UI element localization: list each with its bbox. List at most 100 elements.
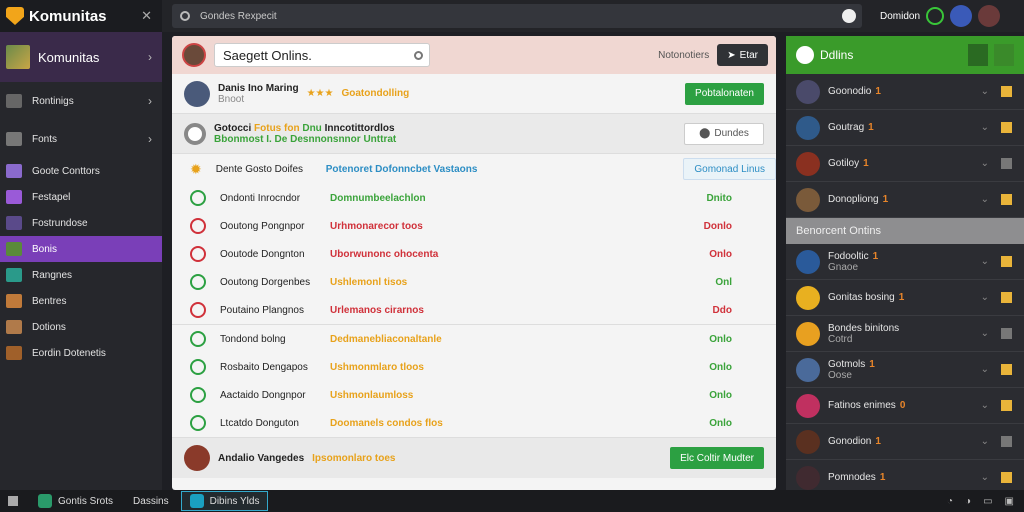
sidebar-item[interactable]: Rangnes [0,262,162,288]
check-circle-icon[interactable] [190,359,206,375]
online-user-row[interactable]: Bondes binitons Cotrd ⌄ [786,316,1024,352]
avatar[interactable] [184,445,210,471]
flag-icon[interactable] [1001,158,1012,169]
sidebar: Komunitas › Rontinigs › Fonts › Goote Contto… [0,32,162,490]
flag-icon[interactable] [1001,400,1012,411]
online-user-row[interactable]: Gonodion 1 ⌄ [786,424,1024,460]
avatar[interactable] [796,151,820,176]
avatar[interactable] [796,357,820,382]
avatar[interactable] [184,80,210,107]
sidebar-item[interactable]: Festapel [0,184,162,210]
avatar[interactable] [978,5,1001,27]
global-search-input[interactable]: Gondes Rexpecit [172,4,862,28]
invite-part-b: Fotus fon [254,122,300,134]
arrow-icon[interactable]: ⌄ [981,86,989,97]
row-actions: ⌄ [981,122,1012,133]
row-actions: ⌄ [981,194,1012,205]
arrow-icon[interactable]: ⌄ [981,400,989,411]
sidebar-header[interactable]: Komunitas › [0,32,162,82]
notification-icon[interactable]: ▣ [1005,496,1014,507]
task-status: Ushmonlaumloss [330,389,414,401]
avatar[interactable] [796,187,820,212]
flag-icon[interactable] [1001,328,1012,339]
check-circle-icon[interactable] [190,331,206,347]
online-user-row[interactable]: Donopliong 1 ⌄ [786,182,1024,218]
app-icon [38,494,52,508]
sidebar-item[interactable]: Eordin Dotenetis [0,340,162,366]
arrow-icon[interactable]: ⌄ [981,328,989,339]
avatar[interactable] [796,249,820,274]
avatar[interactable] [796,393,820,418]
flag-icon[interactable] [1001,194,1012,205]
avatar[interactable] [950,5,973,27]
online-user-row[interactable]: Gotiloy 1 ⌄ [786,146,1024,182]
arrow-icon[interactable]: ⌄ [981,158,989,169]
check-circle-icon[interactable] [190,415,206,431]
flag-icon[interactable] [1001,292,1012,303]
network-icon[interactable]: ◔ [947,496,953,507]
online-user-row[interactable]: Fodooltic 1 Gnaoe ⌄ [786,244,1024,280]
check-circle-icon[interactable] [190,218,206,234]
start-icon[interactable] [8,496,18,506]
online-user-row[interactable]: Fatinos enimes 0 ⌄ [786,388,1024,424]
check-circle-icon[interactable] [190,387,206,403]
check-circle-icon[interactable] [190,302,206,318]
shield-icon[interactable] [842,9,856,23]
flag-icon[interactable] [1001,86,1012,97]
online-user-row[interactable]: Gonitas bosing 1 ⌄ [786,280,1024,316]
sidebar-item-label: Festapel [32,191,71,203]
check-circle-icon[interactable] [190,190,206,206]
volume-icon[interactable]: ◑ [965,496,971,507]
avatar[interactable] [796,79,820,104]
arrow-icon[interactable]: ⌄ [981,256,989,267]
arrow-icon[interactable]: ⌄ [981,292,989,303]
task-state: Onlo [709,389,732,401]
taskbar-app[interactable]: Dibins Ylds [180,491,269,511]
sidebar-item[interactable]: Goote Conttors [0,158,162,184]
taskbar-app[interactable]: Dassins [125,491,177,511]
flag-icon[interactable] [1001,364,1012,375]
app-title: Komunitas [29,7,107,25]
invite-button[interactable]: ⬤ Dundes [684,122,764,145]
sidebar-item[interactable]: Bentres [0,288,162,314]
avatar[interactable] [796,115,820,140]
avatar[interactable] [796,429,820,454]
sidebar-item[interactable]: Fonts › [0,120,162,158]
status-ring-icon[interactable] [926,7,945,25]
main-search-input[interactable]: Saegett Onlins. [214,43,430,67]
check-circle-icon[interactable] [190,246,206,262]
power-button[interactable] [968,44,988,66]
arrow-icon[interactable]: ⌄ [981,122,989,133]
battery-icon[interactable]: ▭ [983,496,992,507]
profile-button[interactable]: Pobtalonaten [685,82,764,105]
online-user-row[interactable]: Gotmols 1 Oose ⌄ [786,352,1024,388]
arrow-icon[interactable]: ⌄ [981,472,989,483]
sidebar-item[interactable]: Bonis [0,236,162,262]
close-icon[interactable]: ✕ [141,8,152,24]
flag-icon[interactable] [1001,436,1012,447]
flag-icon[interactable] [1001,122,1012,133]
footer-button[interactable]: Elc Coltir Mudter [670,447,764,469]
header-button[interactable]: ➤ Etar [717,44,768,66]
sidebar-item[interactable]: Fostrundose [0,210,162,236]
arrow-icon[interactable]: ⌄ [981,194,989,205]
arrow-icon[interactable]: ⌄ [981,436,989,447]
avatar[interactable] [796,465,820,490]
list-icon [6,216,22,230]
avatar[interactable] [796,285,820,310]
flag-icon[interactable] [1001,256,1012,267]
online-user-row[interactable]: Goonodio 1 ⌄ [786,74,1024,110]
online-user-row[interactable]: Goutrag 1 ⌄ [786,110,1024,146]
username[interactable]: Domidon [880,11,920,22]
sidebar-item[interactable]: Dotions [0,314,162,340]
dropdown-button[interactable] [994,44,1014,66]
avatar[interactable] [796,321,820,346]
flag-icon[interactable] [1001,472,1012,483]
avatar[interactable] [182,43,206,67]
section-button[interactable]: Gomonad Linus [683,158,776,180]
sidebar-item[interactable]: Rontinigs › [0,82,162,120]
check-circle-icon[interactable] [190,274,206,290]
taskbar-app[interactable]: Gontis Srots [30,491,121,511]
arrow-icon[interactable]: ⌄ [981,364,989,375]
online-panel: Ddlins Goonodio 1 ⌄ Goutrag 1 ⌄ Gotiloy 1 ⌄ Donop… [786,36,1024,496]
